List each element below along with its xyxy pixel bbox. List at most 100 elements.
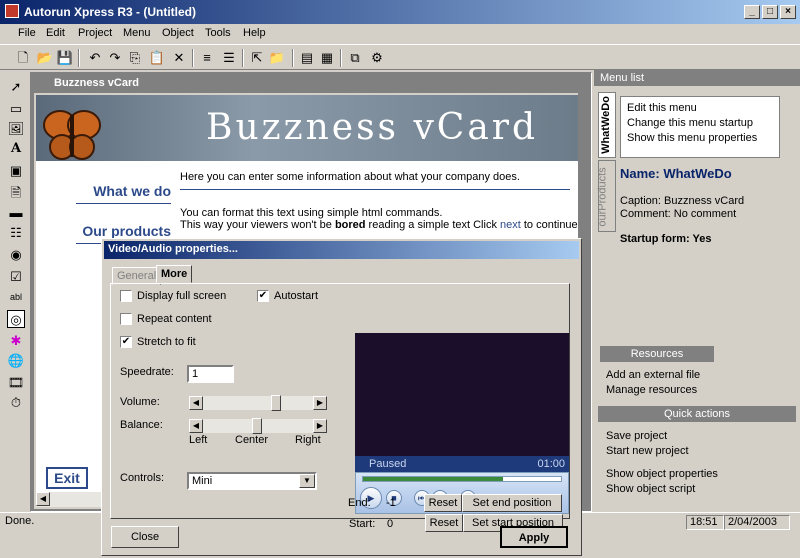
autostart-checkbox[interactable]: ✔: [257, 290, 269, 302]
show-object-script-link[interactable]: Show object script: [606, 483, 695, 495]
close-button[interactable]: Close: [111, 526, 179, 548]
menu-file[interactable]: File: [18, 27, 36, 39]
window-icon[interactable]: ⧉: [346, 49, 364, 67]
save-icon[interactable]: 💾: [56, 49, 74, 67]
edit-menu-link[interactable]: Edit this menu: [627, 101, 773, 116]
list-icon[interactable]: ☷: [7, 224, 25, 242]
checkbox-icon[interactable]: ☑: [7, 268, 25, 286]
tree-icon[interactable]: ⚙: [368, 49, 386, 67]
menubar: File Edit Project Menu Object Tools Help: [0, 24, 800, 44]
tab-whatwedo[interactable]: WhatWeDo: [598, 92, 616, 158]
delete-icon[interactable]: ✕: [170, 49, 188, 67]
image-icon[interactable]: 🖼: [7, 120, 25, 138]
menu-comment: Comment: No comment: [620, 208, 737, 220]
richtext-icon[interactable]: ▣: [7, 162, 25, 180]
vcard-banner: Buzzness vCard: [36, 95, 578, 161]
nav-our-products[interactable]: Our products: [36, 223, 171, 239]
flash-icon[interactable]: ✱: [7, 332, 25, 350]
menu-edit[interactable]: Edit: [46, 27, 65, 39]
seek-bar[interactable]: [362, 476, 562, 482]
stretch-to-fit-checkbox[interactable]: ✔: [120, 336, 132, 348]
rectangle-icon[interactable]: ▭: [7, 100, 25, 118]
volume-left-button[interactable]: ◀: [189, 396, 203, 410]
balance-left-button[interactable]: ◀: [189, 419, 203, 433]
document-icon[interactable]: 🗎: [7, 184, 25, 202]
next-link[interactable]: next: [500, 219, 521, 231]
set-end-position-button[interactable]: Set end position: [462, 494, 562, 512]
redo-icon[interactable]: ↷: [106, 49, 124, 67]
menu-caption: Caption: Buzzness vCard: [620, 195, 745, 207]
pointer-select-icon[interactable]: ⇱: [248, 49, 266, 67]
player-status-bar: Paused 01:00: [355, 456, 569, 472]
properties-icon[interactable]: ▤: [298, 49, 316, 67]
menu-list-panel: Menu list WhatWeDo ourProducts Edit this…: [594, 70, 800, 512]
menu-project[interactable]: Project: [78, 27, 112, 39]
textbox-icon[interactable]: abl: [7, 288, 25, 306]
display-full-screen-checkbox[interactable]: [120, 290, 132, 302]
nav-what-we-do[interactable]: What we do: [36, 183, 171, 199]
menu-list-header: Menu list: [594, 70, 800, 86]
balance-thumb[interactable]: [252, 418, 262, 434]
start-new-project-link[interactable]: Start new project: [606, 445, 689, 457]
vcard-title: Buzzness vCard: [54, 77, 139, 89]
scroll-left-button[interactable]: ◀: [36, 492, 50, 506]
new-file-icon[interactable]: 🗋: [14, 49, 32, 67]
app-titlebar: Autorun Xpress R3 - (Untitled) _ □ ×: [0, 0, 800, 24]
label-icon[interactable]: ▬: [7, 204, 25, 222]
volume-right-button[interactable]: ▶: [313, 396, 327, 410]
menu-actions-box: Edit this menu Change this menu startup …: [620, 96, 780, 158]
video-preview: [355, 333, 569, 456]
end-value: -1: [386, 497, 396, 509]
save-project-link[interactable]: Save project: [606, 430, 667, 442]
tab-ourproducts[interactable]: ourProducts: [597, 160, 616, 232]
balance-right-button[interactable]: ▶: [313, 419, 327, 433]
app-icon: [5, 4, 19, 18]
minimize-button[interactable]: _: [744, 5, 760, 19]
copy-icon[interactable]: ⎘: [126, 49, 144, 67]
menu-help[interactable]: Help: [243, 27, 266, 39]
media-icon[interactable]: ◎: [7, 310, 25, 328]
text-icon[interactable]: A: [7, 140, 25, 158]
paste-icon[interactable]: 📋: [148, 49, 166, 67]
timer-icon[interactable]: ⏱: [7, 394, 25, 412]
quick-actions-header: Quick actions: [598, 406, 796, 422]
menu-object[interactable]: Object: [162, 27, 194, 39]
web-icon[interactable]: 🌐: [7, 352, 25, 370]
reset-start-button[interactable]: Reset: [425, 514, 463, 532]
maximize-button[interactable]: □: [762, 5, 778, 19]
manage-resources-link[interactable]: Manage resources: [606, 384, 697, 396]
open-folder-icon[interactable]: 📂: [36, 49, 54, 67]
volume-track[interactable]: [203, 396, 313, 410]
undo-icon[interactable]: ↶: [86, 49, 104, 67]
start-value: 0: [387, 518, 394, 530]
chevron-down-icon[interactable]: ▼: [299, 474, 315, 488]
speedrate-input[interactable]: 1: [187, 365, 234, 383]
status-date: 2/04/2003: [724, 515, 790, 530]
show-object-properties-link[interactable]: Show object properties: [606, 468, 718, 480]
radio-icon[interactable]: ◉: [7, 246, 25, 264]
dialog-titlebar: Video/Audio properties...: [104, 241, 579, 259]
change-startup-link[interactable]: Change this menu startup: [627, 116, 773, 131]
volume-thumb[interactable]: [271, 395, 281, 411]
script-icon[interactable]: ▦: [318, 49, 336, 67]
menu-menu[interactable]: Menu: [123, 27, 151, 39]
close-app-button[interactable]: ×: [780, 5, 796, 19]
align-icon[interactable]: ≡: [198, 49, 216, 67]
open-project-icon[interactable]: 📁: [268, 49, 286, 67]
controls-select[interactable]: Mini ▼: [187, 472, 317, 490]
film-icon[interactable]: 🎞: [7, 374, 25, 392]
text-line-3: This way your viewers won't be bored rea…: [180, 219, 578, 231]
distribute-icon[interactable]: ☰: [220, 49, 238, 67]
pointer-icon[interactable]: ➚: [7, 78, 25, 96]
reset-end-button[interactable]: Reset: [424, 494, 462, 512]
toolbar: 🗋 📂 💾 ↶ ↷ ⎘ 📋 ✕ ≡ ☰ ⇱ 📁 ▤ ▦ ⧉ ⚙: [0, 44, 800, 70]
app-title: Autorun Xpress R3 - (Untitled): [24, 5, 197, 19]
menu-properties-link[interactable]: Show this menu properties: [627, 131, 773, 146]
menu-tools[interactable]: Tools: [205, 27, 231, 39]
repeat-content-checkbox[interactable]: [120, 313, 132, 325]
tab-panel-more: Display full screen ✔ Autostart Repeat c…: [110, 283, 570, 532]
exit-button[interactable]: Exit: [46, 467, 88, 489]
add-external-file-link[interactable]: Add an external file: [606, 369, 700, 381]
apply-button[interactable]: Apply: [500, 526, 568, 548]
tab-more[interactable]: More: [156, 265, 193, 283]
